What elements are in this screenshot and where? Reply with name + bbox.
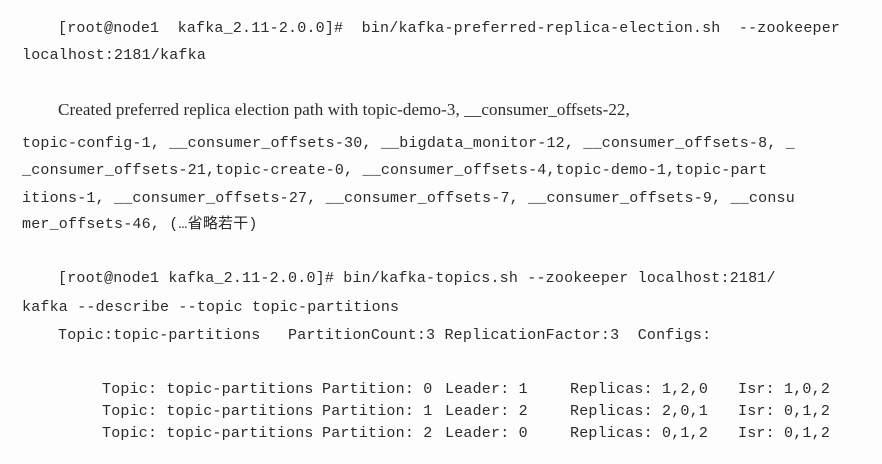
command-line-1: [root@node1 kafka_2.11-2.0.0]# bin/kafka… <box>58 20 841 37</box>
replicas-cell: Replicas: 0,1,2 <box>570 425 709 442</box>
partition-cell: Partition: 1 <box>322 403 433 420</box>
document-page: [root@node1 kafka_2.11-2.0.0]# bin/kafka… <box>0 0 882 464</box>
leader-cell: Leader: 2 <box>445 403 528 420</box>
isr-cell: Isr: 0,1,2 <box>738 403 831 420</box>
command-line-2: [root@node1 kafka_2.11-2.0.0]# bin/kafka… <box>58 270 776 287</box>
election-output-line-4: itions-1, __consumer_offsets-27, __consu… <box>22 190 795 207</box>
election-output-line-2: topic-config-1, __consumer_offsets-30, _… <box>22 135 795 152</box>
replicas-cell: Replicas: 1,2,0 <box>570 381 709 398</box>
isr-cell: Isr: 0,1,2 <box>738 425 831 442</box>
command-line-1-continued: localhost:2181/kafka <box>22 47 207 64</box>
election-output-line-5: mer_offsets-46, (…省略若干) <box>22 216 258 233</box>
leader-cell: Leader: 0 <box>445 425 528 442</box>
isr-cell: Isr: 1,0,2 <box>738 381 831 398</box>
topic-summary-line: Topic:topic-partitions PartitionCount:3 … <box>58 327 712 344</box>
command-line-2-continued: kafka --describe --topic topic-partition… <box>22 299 400 316</box>
partition-cell: Partition: 0 <box>322 381 433 398</box>
topic-cell: Topic: topic-partitions <box>102 381 314 398</box>
replicas-cell: Replicas: 2,0,1 <box>570 403 709 420</box>
partition-table: Topic: topic-partitions Partition: 0 Lea… <box>102 379 838 445</box>
partition-row: Topic: topic-partitions Partition: 2 Lea… <box>102 423 838 445</box>
leader-cell: Leader: 1 <box>445 381 528 398</box>
election-output-line-3: _consumer_offsets-21,topic-create-0, __c… <box>22 162 768 179</box>
topic-cell: Topic: topic-partitions <box>102 403 314 420</box>
partition-cell: Partition: 2 <box>322 425 433 442</box>
election-output-line-1: Created preferred replica election path … <box>58 100 630 119</box>
partition-row: Topic: topic-partitions Partition: 0 Lea… <box>102 379 838 401</box>
partition-row: Topic: topic-partitions Partition: 1 Lea… <box>102 401 838 423</box>
topic-cell: Topic: topic-partitions <box>102 425 314 442</box>
